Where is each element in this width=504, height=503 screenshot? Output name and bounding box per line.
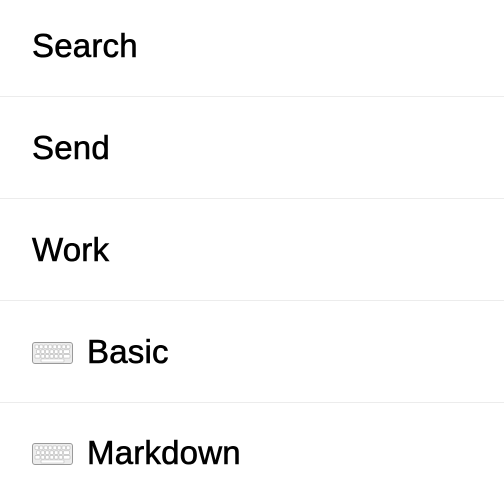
list-item-label: Send — [32, 128, 110, 166]
keyboard-icon — [32, 442, 73, 465]
list-item-label: Markdown — [87, 433, 241, 471]
list-item-send[interactable]: Send — [0, 97, 504, 199]
keyboard-icon — [32, 341, 73, 364]
list-item-markdown[interactable]: Markdown — [0, 403, 504, 502]
list-item-label: Search — [32, 27, 138, 65]
settings-list: Search Send Work Basic Markdown — [0, 0, 504, 503]
list-item-basic[interactable]: Basic — [0, 301, 504, 403]
list-item-search[interactable]: Search — [0, 0, 504, 97]
list-item-label: Work — [32, 230, 110, 268]
list-item-work[interactable]: Work — [0, 199, 504, 301]
list-item-label: Basic — [87, 332, 169, 370]
